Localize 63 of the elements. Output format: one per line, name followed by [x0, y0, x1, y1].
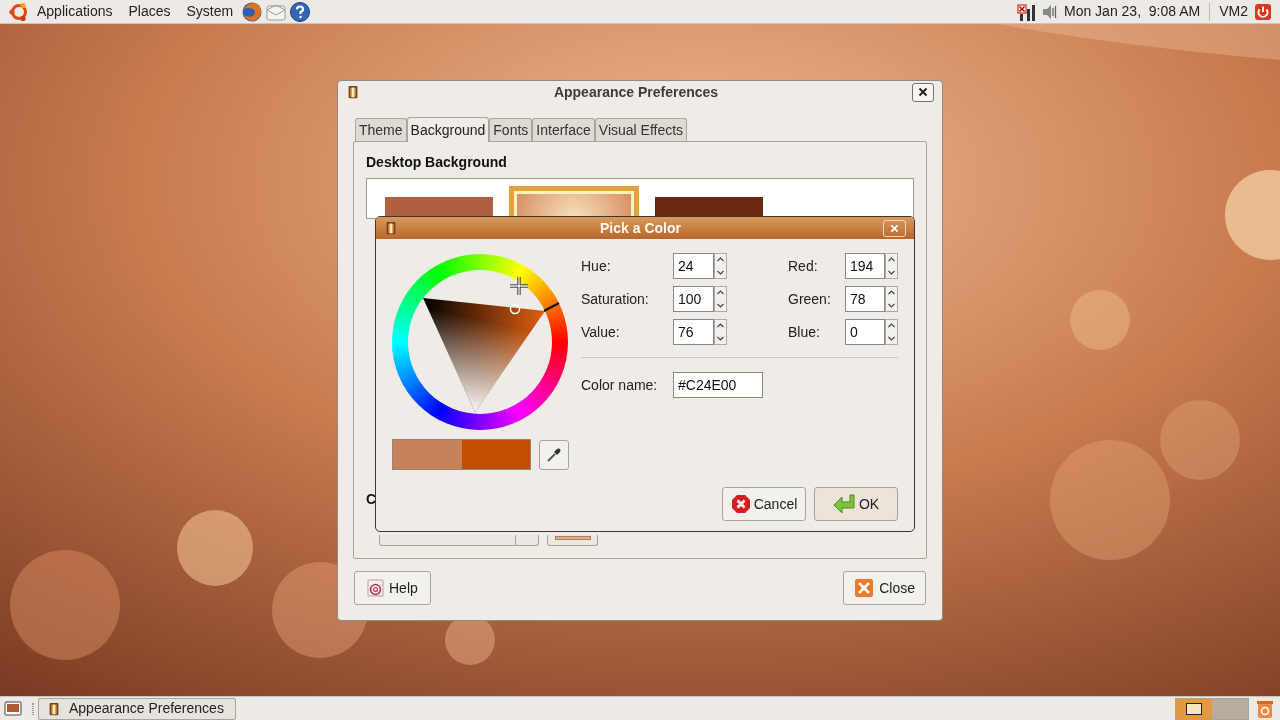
number-field[interactable]: 24: [673, 253, 714, 279]
hex-field[interactable]: #C24E00: [673, 372, 763, 398]
tab[interactable]: Interface: [532, 118, 595, 141]
cancel-icon: [730, 494, 751, 514]
number-field[interactable]: 76: [673, 319, 714, 345]
power-icon[interactable]: [1254, 2, 1272, 21]
field-label: Red:: [788, 256, 819, 276]
lifebuoy-icon: [367, 579, 384, 597]
number-field[interactable]: 78: [845, 286, 885, 312]
eyedropper-icon: [546, 446, 562, 463]
app-icon: [384, 220, 398, 236]
field-label: Hue:: [581, 256, 612, 276]
show-desktop-icon[interactable]: [4, 699, 22, 718]
ok-button[interactable]: OK: [814, 487, 898, 521]
field-label: Saturation:: [581, 289, 650, 309]
number-field[interactable]: 194: [845, 253, 885, 279]
panel-clock[interactable]: Mon Jan 23, 9:08 AM: [1064, 1, 1201, 22]
close-icon: [918, 87, 928, 97]
help-button[interactable]: Help: [354, 571, 431, 605]
return-arrow-icon: [832, 494, 855, 514]
number-field[interactable]: 100: [673, 286, 714, 312]
field-label: Value:: [581, 322, 621, 342]
wallpaper-thumbnail[interactable]: [509, 186, 639, 218]
color-button[interactable]: [547, 535, 598, 546]
section-heading: Desktop Background: [366, 154, 508, 170]
user-menu[interactable]: VM2: [1219, 1, 1248, 22]
panel-menu[interactable]: Applications: [37, 1, 113, 22]
field-label: Color name:: [581, 375, 659, 395]
close-icon: [890, 223, 899, 233]
app-icon: [346, 84, 360, 100]
eyedropper-button[interactable]: [539, 439, 569, 470]
tab[interactable]: Fonts: [489, 118, 533, 141]
spin-buttons[interactable]: [885, 253, 898, 279]
spin-buttons[interactable]: [714, 319, 727, 345]
window-title: Appearance Preferences: [552, 82, 720, 102]
field-label: Green:: [788, 289, 832, 309]
close-icon: [854, 578, 875, 598]
spin-buttons[interactable]: [714, 286, 727, 312]
spin-buttons[interactable]: [714, 253, 727, 279]
tab[interactable]: Background: [406, 117, 490, 142]
taskbar-button[interactable]: Appearance Preferences: [38, 697, 236, 720]
wallpaper-thumbnail[interactable]: [655, 197, 763, 218]
dialog-title: Pick a Color: [599, 218, 682, 238]
help-icon[interactable]: [289, 0, 312, 23]
trash-icon[interactable]: [1256, 698, 1274, 719]
number-field[interactable]: 0: [845, 319, 885, 345]
spin-buttons[interactable]: [885, 319, 898, 345]
section-heading: C: [366, 491, 375, 507]
app-icon: [47, 700, 61, 717]
globe-icon[interactable]: [241, 0, 264, 23]
field-label: Blue:: [788, 322, 821, 342]
close-button[interactable]: [912, 82, 934, 102]
spin-buttons[interactable]: [885, 286, 898, 312]
ubuntu-logo-icon[interactable]: [8, 0, 30, 23]
panel-menu[interactable]: Places: [128, 1, 171, 22]
wallpaper-thumbnail[interactable]: [385, 197, 493, 218]
close-button[interactable]: Close: [843, 571, 926, 605]
panel-menu[interactable]: System: [186, 1, 234, 22]
network-status-icon[interactable]: [1017, 1, 1037, 22]
workspace-switcher[interactable]: [1175, 697, 1249, 720]
cancel-button[interactable]: Cancel: [722, 487, 806, 521]
tab[interactable]: Visual Effects: [594, 118, 688, 141]
tab[interactable]: Theme: [355, 118, 407, 141]
